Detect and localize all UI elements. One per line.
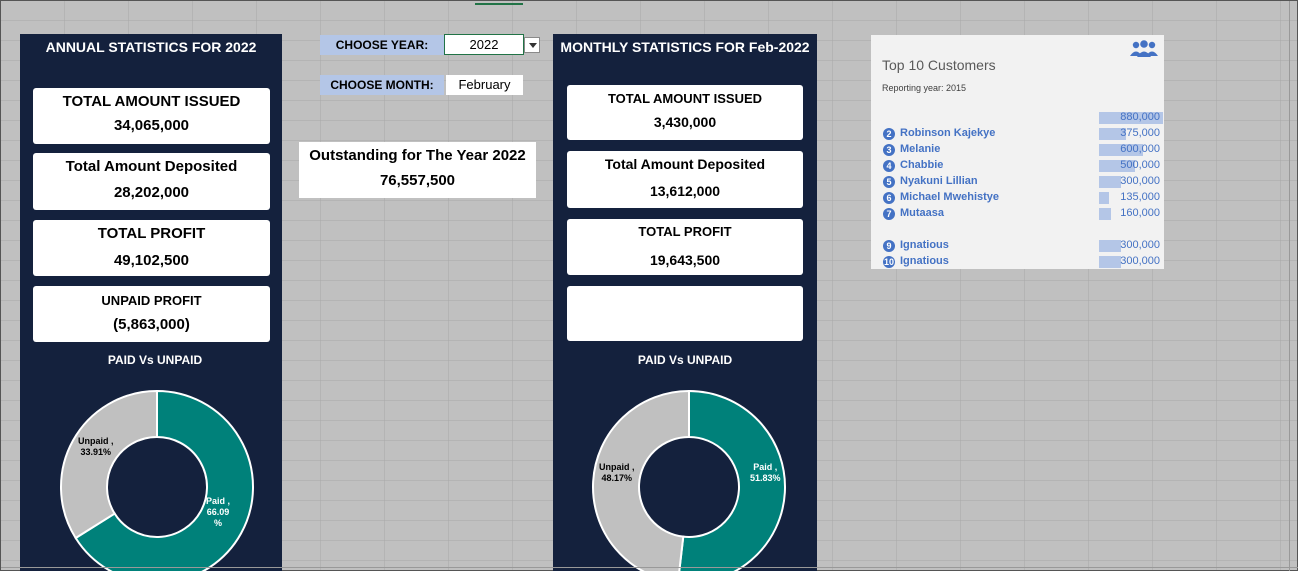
- customer-name: Robinson Kajekye: [900, 127, 996, 139]
- annual-unpaid-card: UNPAID PROFIT (5,863,000): [33, 286, 270, 342]
- monthly-unpaid-pct: 48.17%: [601, 473, 633, 483]
- vertical-scrollbar[interactable]: [1289, 1, 1297, 571]
- people-icon: [1130, 40, 1158, 57]
- annual-donut-slice-unpaid: [60, 389, 158, 540]
- annual-paid-pct: 66.09: [206, 507, 230, 517]
- customer-name: Ignatious: [900, 239, 949, 251]
- customer-value-bar: [1099, 192, 1109, 204]
- customer-value-bar: [1099, 208, 1111, 220]
- customer-value-bar: [1099, 176, 1121, 188]
- customer-row: 880,000: [871, 110, 1164, 126]
- customer-value: 300,000: [1120, 255, 1160, 267]
- annual-unpaid-label: UNPAID PROFIT: [101, 293, 202, 308]
- monthly-total-issued-card: TOTAL AMOUNT ISSUED 3,430,000: [567, 85, 803, 140]
- monthly-total-issued-value: 3,430,000: [653, 114, 717, 130]
- monthly-empty-card: [567, 286, 803, 341]
- monthly-unpaid-data-label: Unpaid , 48.17%: [599, 462, 635, 484]
- monthly-title: MONTHLY STATISTICS FOR Feb-2022: [560, 39, 810, 55]
- monthly-paid-pct: 51.83%: [750, 473, 781, 483]
- customer-name: Nyakuni Lillian: [900, 175, 978, 187]
- annual-deposited-value: 28,202,000: [113, 184, 190, 201]
- top-customers-subtitle: Reporting year: 2015: [882, 83, 967, 93]
- annual-unpaid-pct: 33.91%: [80, 447, 112, 457]
- rank-badge: 6: [883, 192, 895, 204]
- customer-value: 160,000: [1120, 207, 1160, 219]
- customer-value: 880,000: [1120, 111, 1160, 123]
- monthly-paid-data-label: Paid , 51.83%: [750, 462, 781, 484]
- annual-profit-card: TOTAL PROFIT 49,102,500: [33, 220, 270, 276]
- top-customers-title: Top 10 Customers: [882, 57, 996, 73]
- annual-donut-chart: [60, 389, 254, 571]
- monthly-statistics-panel: MONTHLY STATISTICS FOR Feb-2022 TOTAL AM…: [553, 34, 817, 571]
- rank-badge: 3: [883, 144, 895, 156]
- choose-month-label: CHOOSE MONTH:: [320, 75, 444, 95]
- monthly-total-issued-label: TOTAL AMOUNT ISSUED: [607, 91, 763, 106]
- customer-name: Ignatious: [900, 255, 949, 267]
- customer-name: Chabbie: [900, 159, 944, 171]
- customer-value: 135,000: [1120, 191, 1160, 203]
- customer-value-bar: [1099, 256, 1121, 268]
- outstanding-card: Outstanding for The Year 2022 76,557,500: [299, 142, 536, 198]
- customer-row: 9 Ignatious 300,000: [871, 238, 1164, 254]
- customer-name: Mutaasa: [900, 207, 945, 219]
- selected-cell-indicator: [475, 1, 523, 5]
- outstanding-label: Outstanding for The Year 2022: [309, 147, 526, 164]
- annual-unpaid-value: (5,863,000): [113, 316, 190, 333]
- annual-profit-label: TOTAL PROFIT: [97, 225, 206, 242]
- monthly-deposited-card: Total Amount Deposited 13,612,000: [567, 151, 803, 208]
- customer-row: 5 Nyakuni Lillian 300,000: [871, 174, 1164, 190]
- customer-row: 10 Ignatious 300,000: [871, 254, 1164, 270]
- annual-total-issued-card: TOTAL AMOUNT ISSUED 34,065,000: [33, 88, 270, 144]
- customer-value: 300,000: [1120, 175, 1160, 187]
- rank-badge: 2: [883, 128, 895, 140]
- customer-row: [871, 222, 1164, 238]
- choose-year-label: CHOOSE YEAR:: [320, 35, 444, 55]
- customer-row: 2 Robinson Kajekye 375,000: [871, 126, 1164, 142]
- annual-title: ANNUAL STATISTICS FOR 2022: [45, 39, 257, 55]
- top-customers-card: Top 10 Customers Reporting year: 2015 88…: [871, 35, 1164, 269]
- customer-row: 7 Mutaasa 160,000: [871, 206, 1164, 222]
- monthly-paid-name: Paid ,: [753, 462, 778, 472]
- annual-deposited-label: Total Amount Deposited: [65, 158, 238, 175]
- bottom-border-line: [1, 567, 1298, 568]
- monthly-profit-value: 19,643,500: [649, 252, 721, 268]
- outstanding-value: 76,557,500: [379, 172, 456, 189]
- customer-value: 300,000: [1120, 239, 1160, 251]
- rank-badge: 9: [883, 240, 895, 252]
- annual-total-issued-label: TOTAL AMOUNT ISSUED: [62, 93, 241, 110]
- annual-unpaid-name: Unpaid ,: [78, 436, 114, 446]
- customer-name: Michael Mwehistye: [900, 191, 1000, 203]
- monthly-deposited-value: 13,612,000: [649, 183, 721, 199]
- annual-paid-data-label: Paid , 66.09 %: [206, 496, 230, 529]
- annual-unpaid-data-label: Unpaid , 33.91%: [78, 436, 114, 458]
- annual-total-issued-value: 34,065,000: [113, 117, 190, 134]
- customer-row: 3 Melanie 600,000: [871, 142, 1164, 158]
- monthly-deposited-label: Total Amount Deposited: [604, 156, 766, 172]
- annual-statistics-panel: ANNUAL STATISTICS FOR 2022 TOTAL AMOUNT …: [20, 34, 282, 571]
- annual-profit-value: 49,102,500: [113, 252, 190, 269]
- customer-value-bar: [1099, 240, 1121, 252]
- customer-value: 600,000: [1120, 143, 1160, 155]
- annual-paid-name: Paid ,: [206, 496, 231, 506]
- rank-badge: 10: [883, 256, 895, 268]
- year-dropdown-button[interactable]: [524, 37, 540, 53]
- customer-value: 500,000: [1120, 159, 1160, 171]
- monthly-unpaid-name: Unpaid ,: [599, 462, 635, 472]
- customer-name: Melanie: [900, 143, 941, 155]
- rank-badge: 7: [883, 208, 895, 220]
- customer-row: 4 Chabbie 500,000: [871, 158, 1164, 174]
- rank-badge: 5: [883, 176, 895, 188]
- rank-badge: 4: [883, 160, 895, 172]
- annual-deposited-card: Total Amount Deposited 28,202,000: [33, 153, 270, 210]
- customer-row: 6 Michael Mwehistye 135,000: [871, 190, 1164, 206]
- chevron-down-icon: [529, 43, 537, 48]
- annual-paid-pct-sign: %: [214, 518, 223, 528]
- monthly-profit-card: TOTAL PROFIT 19,643,500: [567, 219, 803, 275]
- month-select[interactable]: February: [446, 75, 523, 95]
- customer-value: 375,000: [1120, 127, 1160, 139]
- year-select[interactable]: 2022: [444, 34, 524, 55]
- monthly-profit-label: TOTAL PROFIT: [638, 224, 732, 239]
